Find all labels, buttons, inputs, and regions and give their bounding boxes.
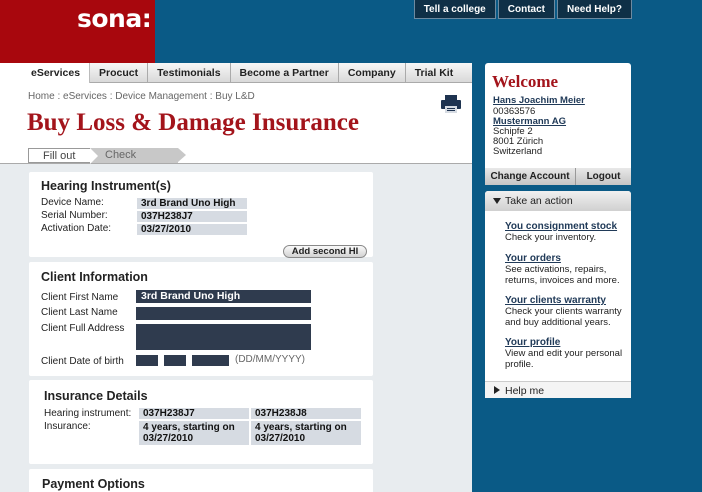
payment-options-panel: Payment Options — [29, 469, 373, 492]
nav-item-testimonials[interactable]: Testimonials — [148, 63, 231, 83]
contact-button[interactable]: Contact — [497, 0, 555, 19]
hearing-instruments-panel: Hearing Instrument(s) Device Name: 3rd B… — [29, 172, 373, 258]
client-info-panel: Client Information Client First Name 3rd… — [29, 262, 373, 376]
last-name-input[interactable] — [136, 307, 311, 320]
nav-item-product[interactable]: Procuct — [90, 63, 149, 83]
device-name-label: Device Name: — [41, 197, 104, 208]
nav-item-eservices[interactable]: eServices — [0, 63, 91, 83]
section-title-hearing: Hearing Instrument(s) — [41, 179, 171, 193]
activation-date-label: Activation Date: — [41, 223, 112, 234]
your-profile-desc: View and edit your personal profile. — [505, 348, 623, 370]
page-title: Buy Loss & Damage Insurance — [27, 109, 359, 136]
nav-item-trial-kit[interactable]: Trial Kit — [406, 63, 463, 83]
logout-button[interactable]: Logout — [576, 168, 631, 185]
insurance-col1-terms: 4 years, starting on 03/27/2010 — [139, 421, 249, 445]
breadcrumb[interactable]: Home : eServices : Device Management : B… — [28, 91, 255, 102]
help-me-label: Help me — [505, 385, 545, 397]
consignment-stock-link[interactable]: You consignment stock — [505, 221, 617, 232]
insurance-col1-term-line: 4 years, starting on — [143, 422, 235, 433]
clients-warranty-desc: Check your clients warranty and buy addi… — [505, 306, 622, 328]
take-action-header[interactable]: Take an action — [485, 191, 631, 211]
insurance-col2-instrument: 037H238J8 — [251, 408, 361, 419]
take-action-box: Take an action You consignment stock Che… — [485, 191, 631, 398]
serial-number-label: Serial Number: — [41, 210, 108, 221]
dob-year-input[interactable] — [192, 355, 229, 366]
take-action-label: Take an action — [505, 195, 573, 207]
form-area: Hearing Instrument(s) Device Name: 3rd B… — [0, 163, 472, 492]
your-orders-link[interactable]: Your orders — [505, 253, 561, 264]
date-of-birth-label: Client Date of birth — [41, 356, 124, 367]
insurance-details-panel: Insurance Details Hearing instrument: In… — [29, 380, 373, 464]
main-content: eServices Procuct Testimonials Become a … — [0, 63, 472, 492]
nav-item-become-partner[interactable]: Become a Partner — [231, 63, 339, 83]
need-help-button[interactable]: Need Help? — [556, 0, 632, 19]
step-fill-out[interactable]: Fill out — [28, 148, 98, 164]
clients-warranty-link[interactable]: Your clients warranty — [505, 295, 606, 306]
logo-block: sona: — [0, 0, 155, 63]
consignment-stock-desc: Check your inventory. — [505, 232, 597, 243]
insurance-label: Insurance: — [44, 421, 91, 432]
device-name-value: 3rd Brand Uno High — [137, 198, 247, 209]
section-title-insurance: Insurance Details — [44, 389, 148, 403]
insurance-col1-instrument: 037H238J7 — [139, 408, 249, 419]
last-name-label: Client Last Name — [41, 307, 118, 318]
print-icon[interactable] — [441, 95, 461, 113]
dob-day-input[interactable] — [136, 355, 158, 366]
your-orders-desc: See activations, repairs, returns, invoi… — [505, 264, 620, 286]
account-bar: Change Account Logout — [485, 168, 631, 185]
first-name-label: Client First Name — [41, 292, 119, 303]
welcome-box: Welcome Hans Joachim Meier 00363576 Must… — [485, 63, 631, 168]
add-second-hi-button[interactable]: Add second HI — [283, 245, 367, 258]
address-country: Switzerland — [493, 146, 543, 157]
insurance-col2-terms: 4 years, starting on 03/27/2010 — [251, 421, 361, 445]
nav-item-company[interactable]: Company — [339, 63, 406, 83]
utility-nav: Tell a college Contact Need Help? — [413, 0, 632, 19]
section-title-client: Client Information — [41, 270, 148, 284]
tell-a-college-button[interactable]: Tell a college — [413, 0, 496, 19]
serial-number-value: 037H238J7 — [137, 211, 247, 222]
full-address-input[interactable] — [136, 324, 311, 350]
main-nav: eServices Procuct Testimonials Become a … — [0, 63, 472, 83]
triangle-right-icon — [494, 386, 500, 394]
insurance-col2-start-date: 03/27/2010 — [255, 433, 306, 444]
first-name-input[interactable]: 3rd Brand Uno High — [136, 290, 311, 303]
activation-date-value: 03/27/2010 — [137, 224, 247, 235]
insurance-col1-start-date: 03/27/2010 — [143, 433, 194, 444]
insurance-col2-term-line: 4 years, starting on — [255, 422, 347, 433]
dob-month-input[interactable] — [164, 355, 186, 366]
section-title-payment: Payment Options — [42, 477, 145, 491]
sonova-logo[interactable]: sona: — [77, 4, 152, 33]
help-me-toggle[interactable]: Help me — [485, 381, 631, 398]
step-check[interactable]: Check — [90, 148, 186, 163]
change-account-button[interactable]: Change Account — [485, 168, 576, 185]
hearing-instrument-label: Hearing instrument: — [44, 408, 132, 419]
full-address-label: Client Full Address — [41, 323, 125, 334]
triangle-down-icon — [493, 198, 501, 204]
user-name-link[interactable]: Hans Joachim Meier — [493, 96, 585, 106]
welcome-title: Welcome — [492, 72, 559, 91]
your-profile-link[interactable]: Your profile — [505, 337, 560, 348]
dob-format-hint: (DD/MM/YYYY) — [235, 354, 305, 365]
